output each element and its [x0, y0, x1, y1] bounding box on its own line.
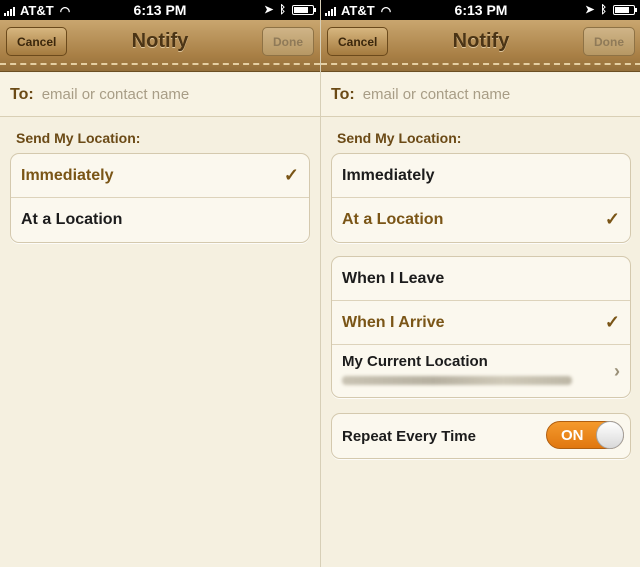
section-header: Send My Location: — [16, 130, 141, 146]
recipient-input[interactable] — [41, 86, 282, 103]
nav-bar: Cancel Notify Done — [321, 20, 640, 72]
screen-right: AT&T ◠ 6:13 PM ➤ ᛒ Cancel Notify Done To… — [320, 0, 640, 567]
option-label: At a Location — [342, 211, 444, 228]
current-location-row[interactable]: My Current Location › — [332, 345, 630, 397]
repeat-toggle[interactable]: ON — [546, 421, 624, 449]
repeat-label: Repeat Every Time — [342, 427, 476, 445]
option-label: Immediately — [342, 166, 435, 184]
location-arrow-icon: ➤ — [585, 4, 595, 16]
option-immediately[interactable]: Immediately ✓ — [11, 154, 309, 198]
bluetooth-icon: ᛒ — [600, 3, 607, 16]
send-timing-group: Immediately ✓ At a Location — [10, 153, 310, 243]
option-label: When I Leave — [342, 269, 445, 287]
repeat-group: Repeat Every Time ON — [331, 413, 631, 459]
nav-bar: Cancel Notify Done — [0, 20, 320, 72]
to-field-row: To: — [0, 73, 320, 117]
screen-left: AT&T ◠ 6:13 PM ➤ ᛒ Cancel Notify Done To… — [0, 0, 320, 567]
to-label: To: — [10, 85, 34, 103]
bluetooth-icon: ᛒ — [279, 3, 286, 16]
battery-icon — [292, 4, 316, 15]
status-bar: AT&T ◠ 6:13 PM ➤ ᛒ — [0, 0, 320, 20]
option-label: Immediately — [21, 166, 114, 184]
option-label: At a Location — [21, 211, 123, 228]
battery-icon — [613, 4, 637, 15]
chevron-right-icon: › — [614, 361, 620, 381]
send-timing-group: Immediately At a Location ✓ — [331, 153, 631, 243]
leather-stitching — [321, 63, 640, 65]
to-field-row: To: — [321, 73, 640, 117]
section-header: Send My Location: — [337, 130, 462, 146]
option-at-a-location[interactable]: At a Location ✓ — [332, 198, 630, 242]
done-button[interactable]: Done — [262, 27, 314, 56]
option-when-i-arrive[interactable]: When I Arrive ✓ — [332, 301, 630, 345]
done-button[interactable]: Done — [583, 27, 635, 56]
blurred-address — [342, 376, 572, 385]
location-trigger-group: When I Leave When I Arrive ✓ My Current … — [331, 256, 631, 398]
checkmark-icon: ✓ — [604, 312, 620, 332]
to-label: To: — [331, 85, 355, 103]
option-immediately[interactable]: Immediately — [332, 154, 630, 198]
status-bar: AT&T ◠ 6:13 PM ➤ ᛒ — [321, 0, 640, 20]
option-when-i-leave[interactable]: When I Leave — [332, 257, 630, 301]
leather-stitching — [0, 63, 320, 65]
location-arrow-icon: ➤ — [264, 4, 274, 16]
toggle-state: ON — [561, 427, 584, 444]
option-at-a-location[interactable]: At a Location — [11, 198, 309, 242]
checkmark-icon: ✓ — [604, 209, 620, 229]
checkmark-icon: ✓ — [283, 165, 299, 185]
recipient-input[interactable] — [362, 86, 603, 103]
current-location-label: My Current Location — [342, 353, 488, 370]
status-right-icons: ➤ ᛒ — [264, 3, 316, 16]
toggle-knob — [596, 421, 624, 449]
repeat-row: Repeat Every Time ON — [332, 414, 630, 458]
status-right-icons: ➤ ᛒ — [585, 3, 637, 16]
option-label: When I Arrive — [342, 313, 445, 331]
